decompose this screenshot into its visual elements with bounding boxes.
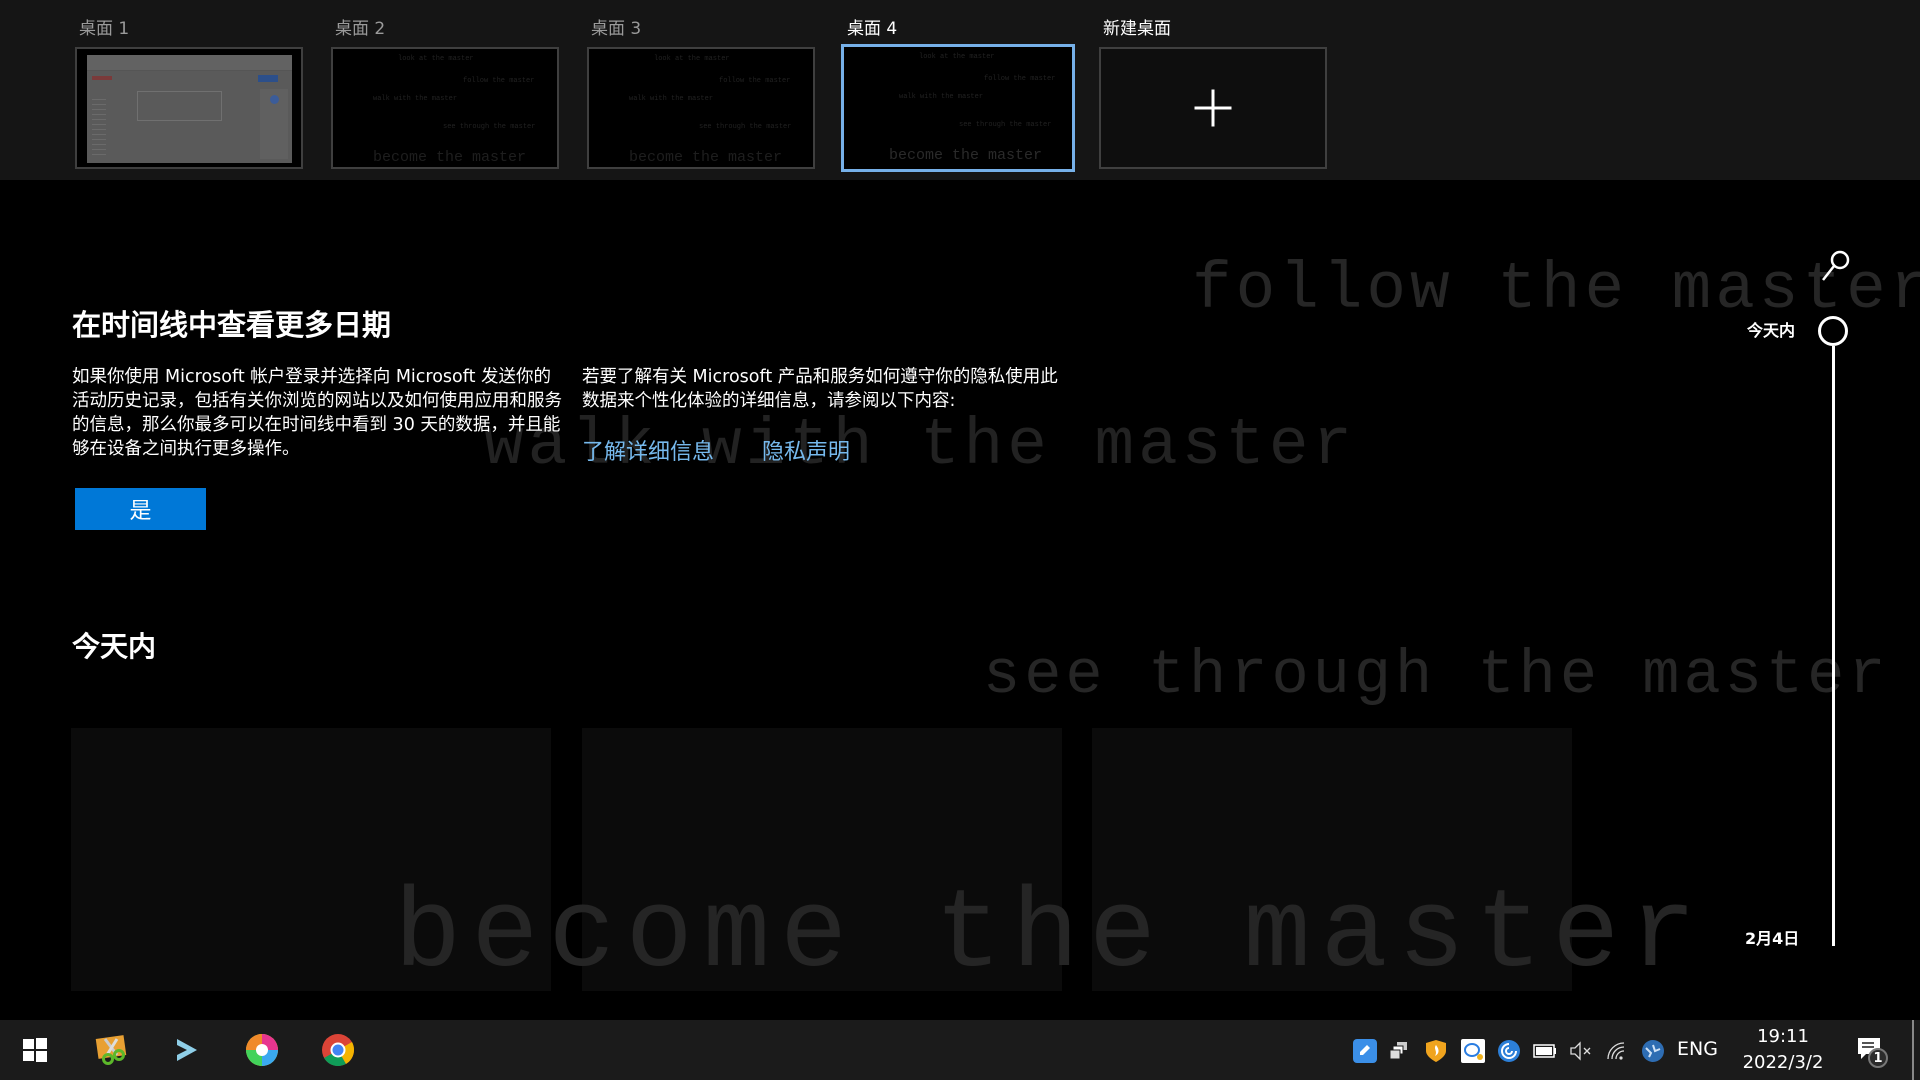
- color-swirl-icon: [246, 1034, 278, 1066]
- thumb-text: look at the master: [398, 55, 474, 63]
- privacy-description: 若要了解有关 Microsoft 产品和服务如何遵守你的隐私使用此数据来个性化体…: [582, 367, 1058, 411]
- chevron-right-icon: [177, 1039, 197, 1061]
- yes-button[interactable]: 是: [75, 488, 206, 530]
- new-desktop-tile[interactable]: [1099, 47, 1327, 169]
- new-desktop-label: 新建桌面: [1103, 19, 1171, 39]
- desktop-thumbnail[interactable]: look at the master follow the master wal…: [587, 47, 815, 169]
- wifi-icon: [1607, 1042, 1625, 1060]
- taskbar-app-color[interactable]: [232, 1020, 292, 1080]
- desktop-label: 桌面 1: [79, 19, 130, 39]
- thumb-text: follow the master: [463, 77, 535, 85]
- clock-date: 2022/3/2: [1742, 1052, 1824, 1073]
- taskbar-app-snipping[interactable]: [82, 1020, 142, 1080]
- browser-window-preview: [87, 55, 292, 163]
- battery-icon: [1533, 1044, 1556, 1058]
- taskbar: ENG 19:11 2022/3/2 1: [0, 1020, 1920, 1080]
- chat-icon: [1461, 1039, 1485, 1063]
- learn-more-link[interactable]: 了解详细信息: [582, 434, 714, 466]
- timeline-scrubber-track[interactable]: [1832, 346, 1835, 946]
- thumb-text: see through the master: [443, 123, 536, 131]
- pencil-icon: [1353, 1039, 1377, 1063]
- thumb-text: walk with the master: [373, 95, 458, 103]
- thumb-text: walk with the master: [899, 93, 984, 101]
- show-desktop-button[interactable]: [1912, 1020, 1920, 1080]
- thumb-text: become the master: [373, 149, 527, 166]
- plus-icon: [1194, 89, 1232, 127]
- thumb-text: see through the master: [699, 123, 792, 131]
- activity-card-placeholder: [71, 728, 551, 991]
- tray-sync-app[interactable]: [1496, 1038, 1522, 1064]
- timeline-scrubber-handle[interactable]: [1818, 316, 1848, 346]
- activity-card-placeholder: [582, 728, 1062, 991]
- thumb-text: become the master: [889, 147, 1043, 164]
- start-button[interactable]: [5, 1020, 65, 1080]
- section-title-today: 今天内: [72, 630, 157, 663]
- promo-description: 如果你使用 Microsoft 帐户登录并选择向 Microsoft 发送你的活…: [72, 367, 562, 459]
- taskbar-app-chrome[interactable]: [308, 1020, 368, 1080]
- taskbar-app-terminal[interactable]: [157, 1020, 217, 1080]
- volume-muted-icon: [1570, 1041, 1591, 1061]
- desktop-label: 桌面 4: [847, 19, 898, 39]
- tray-notes-app[interactable]: [1352, 1038, 1378, 1064]
- notification-count-badge: 1: [1868, 1048, 1888, 1068]
- tray-volume[interactable]: [1568, 1038, 1594, 1064]
- wallpaper-text-see: see through the master: [983, 640, 1890, 711]
- timeline-label-today[interactable]: 今天内: [1747, 317, 1795, 341]
- virtual-desktops-strip: 桌面 1 桌面 2 look at the master follow the …: [0, 0, 1920, 180]
- action-center-button[interactable]: 1: [1856, 1036, 1892, 1070]
- scissors-icon: [95, 1035, 127, 1065]
- search-icon[interactable]: [1820, 250, 1850, 284]
- promo-title: 在时间线中查看更多日期: [72, 308, 392, 342]
- input-language[interactable]: ENG: [1677, 1038, 1718, 1060]
- thumb-text: follow the master: [984, 75, 1056, 83]
- chrome-icon: [322, 1034, 355, 1067]
- thumb-text: follow the master: [719, 77, 791, 85]
- desktop-thumbnail-active[interactable]: look at the master follow the master wal…: [841, 44, 1075, 172]
- thumb-text: see through the master: [959, 121, 1052, 129]
- tray-battery[interactable]: [1532, 1038, 1558, 1064]
- swirl-icon: [1498, 1040, 1520, 1062]
- timeline-label-date[interactable]: 2月4日: [1745, 925, 1799, 949]
- tray-windows-group[interactable]: [1386, 1038, 1412, 1064]
- tray-security-app[interactable]: [1423, 1038, 1449, 1064]
- tray-chat-app[interactable]: [1460, 1038, 1486, 1064]
- globe-icon: [1642, 1040, 1664, 1062]
- desktop-label: 桌面 3: [591, 19, 642, 39]
- thumb-text: look at the master: [654, 55, 730, 63]
- windows-icon: [23, 1038, 47, 1062]
- thumb-text: look at the master: [919, 53, 995, 61]
- desktop-label: 桌面 2: [335, 19, 386, 39]
- clock-time: 19:11: [1757, 1026, 1809, 1047]
- privacy-statement-link[interactable]: 隐私声明: [762, 434, 850, 466]
- shield-icon: [1426, 1040, 1446, 1062]
- activity-card-placeholder: [1092, 728, 1572, 991]
- tray-wifi[interactable]: [1604, 1038, 1630, 1064]
- thumb-text: become the master: [629, 149, 783, 166]
- tray-network-app[interactable]: [1640, 1038, 1666, 1064]
- desktop-thumbnail[interactable]: [75, 47, 303, 169]
- wallpaper-text-follow: follow the master: [1192, 252, 1920, 327]
- thumb-text: walk with the master: [629, 95, 714, 103]
- desktop-thumbnail[interactable]: look at the master follow the master wal…: [331, 47, 559, 169]
- windows-stack-icon: [1389, 1042, 1407, 1060]
- clock[interactable]: 19:11 2022/3/2: [1735, 1024, 1831, 1076]
